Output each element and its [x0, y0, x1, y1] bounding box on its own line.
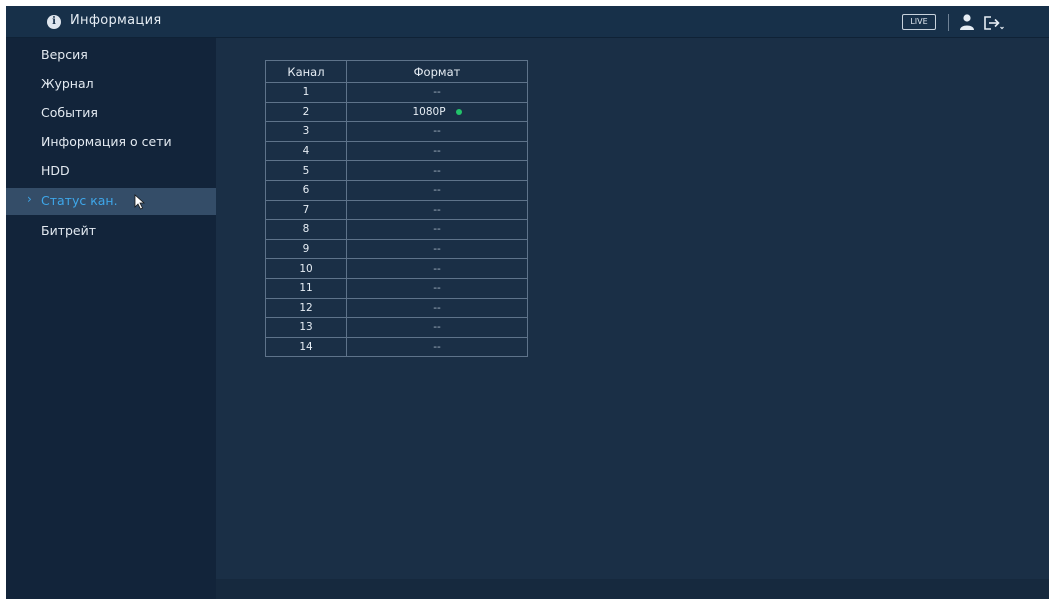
channel-cell: 11 — [265, 277, 347, 299]
chevron-right-icon: › — [27, 192, 32, 206]
app-screen: i Информация LIVE Версия Журнал События … — [6, 6, 1049, 599]
table-row: 13 -- — [265, 317, 528, 338]
channel-cell: 7 — [265, 199, 347, 221]
table-row: 12 -- — [265, 297, 528, 319]
column-header-format: Формат — [346, 60, 528, 83]
channel-cell: 6 — [265, 179, 347, 201]
column-header-channel: Канал — [265, 60, 347, 83]
sidebar-item-label: Информация о сети — [41, 134, 172, 149]
sidebar-item-hdd[interactable]: HDD — [6, 158, 216, 185]
sidebar-item-network-info[interactable]: Информация о сети — [6, 129, 216, 156]
format-cell: -- — [346, 121, 528, 142]
toolbar-divider — [948, 14, 949, 31]
table-row: 5 -- — [265, 160, 528, 181]
sidebar-item-version[interactable]: Версия — [6, 42, 216, 69]
sidebar-item-label: События — [41, 105, 98, 120]
format-cell: -- — [346, 277, 528, 299]
channel-status-table: Канал Формат 1 -- 2 1080P 3 -- 4 -- 5 -- 6 -- … — [265, 60, 528, 358]
channel-cell: 5 — [265, 160, 347, 181]
status-bar — [216, 579, 1049, 599]
user-icon[interactable] — [958, 13, 976, 31]
format-cell: -- — [346, 238, 528, 260]
live-button[interactable]: LIVE — [902, 14, 936, 30]
sidebar-item-events[interactable]: События — [6, 100, 216, 127]
format-cell: -- — [346, 219, 528, 240]
format-value: 1080P — [412, 105, 446, 118]
format-cell: -- — [346, 179, 528, 201]
format-cell: -- — [346, 82, 528, 103]
page-title: Информация — [70, 13, 162, 28]
sidebar-item-bitrate[interactable]: Битрейт — [6, 218, 216, 245]
mouse-cursor-icon — [134, 194, 146, 210]
table-row: 1 -- — [265, 82, 528, 103]
format-cell: -- — [346, 317, 528, 338]
sidebar-item-label: Журнал — [41, 76, 94, 91]
table-row: 6 -- — [265, 179, 528, 201]
status-dot-icon — [455, 108, 462, 115]
channel-cell: 4 — [265, 140, 347, 162]
sidebar-item-label: HDD — [41, 163, 70, 178]
table-header-row: Канал Формат — [265, 60, 528, 83]
format-cell: -- — [346, 160, 528, 181]
format-cell: -- — [346, 297, 528, 319]
channel-cell: 12 — [265, 297, 347, 319]
channel-cell: 3 — [265, 121, 347, 142]
format-cell: -- — [346, 258, 528, 279]
sidebar-item-label: Версия — [41, 47, 88, 62]
table-row: 10 -- — [265, 258, 528, 279]
logout-icon[interactable] — [982, 14, 1004, 32]
sidebar-item-label: Статус кан. — [41, 193, 118, 208]
sidebar-item-log[interactable]: Журнал — [6, 71, 216, 98]
sidebar-item-channel-status[interactable]: › Статус кан. — [6, 188, 216, 215]
channel-cell: 8 — [265, 219, 347, 240]
channel-cell: 10 — [265, 258, 347, 279]
channel-cell: 13 — [265, 317, 347, 338]
channel-cell: 9 — [265, 238, 347, 260]
channel-cell: 2 — [265, 101, 347, 123]
table-row: 4 -- — [265, 140, 528, 162]
sidebar: Версия Журнал События Информация о сети … — [6, 38, 216, 599]
info-icon: i — [47, 15, 61, 29]
format-cell: -- — [346, 336, 528, 358]
top-bar: i Информация LIVE — [6, 6, 1049, 38]
format-cell: -- — [346, 199, 528, 221]
table-row: 3 -- — [265, 121, 528, 142]
table-row: 7 -- — [265, 199, 528, 221]
table-row: 8 -- — [265, 219, 528, 240]
format-cell: -- — [346, 140, 528, 162]
format-cell: 1080P — [346, 101, 528, 123]
table-row: 11 -- — [265, 277, 528, 299]
channel-cell: 1 — [265, 82, 347, 103]
sidebar-item-label: Битрейт — [41, 223, 97, 238]
channel-cell: 14 — [265, 336, 347, 358]
table-row: 2 1080P — [265, 101, 528, 123]
table-row: 9 -- — [265, 238, 528, 260]
table-row: 14 -- — [265, 336, 528, 358]
